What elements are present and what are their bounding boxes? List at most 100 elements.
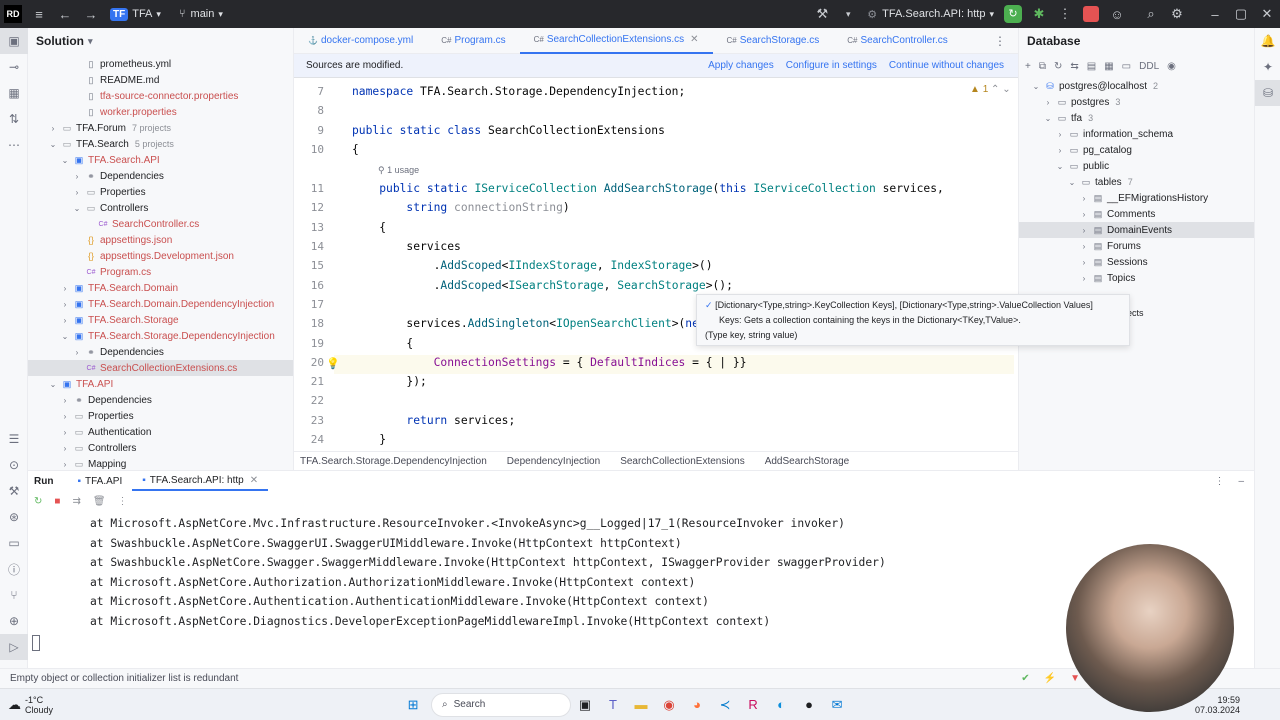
main-menu-icon[interactable]: ≡ xyxy=(26,0,52,28)
trash-icon[interactable]: 🗑 xyxy=(93,496,106,507)
check-icon[interactable]: ✔ xyxy=(1021,673,1029,684)
database-tree-item[interactable]: › ▤ Forums xyxy=(1019,238,1254,254)
usage-hint[interactable]: ⚲ 1 usage xyxy=(378,165,419,176)
database-tree-item[interactable]: ⌄ ▭ public xyxy=(1019,158,1254,174)
chevron-right-icon[interactable]: › xyxy=(60,460,70,469)
chevron-right-icon[interactable]: › xyxy=(1043,98,1053,107)
database-tree-item[interactable]: › ▤ Comments xyxy=(1019,206,1254,222)
chevron-down-icon[interactable]: ⌄ xyxy=(48,140,58,149)
explorer-icon[interactable]: ▬ xyxy=(627,691,655,719)
editor-tab[interactable]: C# Program.cs xyxy=(427,28,519,54)
edge-icon[interactable]: ◐ xyxy=(767,691,795,719)
chevron-right-icon[interactable]: › xyxy=(60,396,70,405)
solution-tree-item[interactable]: › ⚭ Dependencies xyxy=(28,392,293,408)
database-tree-item[interactable]: › ▤ Sessions xyxy=(1019,254,1254,270)
notifications-icon[interactable]: 🔔 xyxy=(1255,28,1280,54)
services-icon[interactable]: ⊙ xyxy=(0,452,28,478)
solution-tree-item[interactable]: › ⚭ Dependencies xyxy=(28,344,293,360)
chevron-right-icon[interactable]: › xyxy=(1079,242,1089,251)
debug-tool-icon[interactable]: ⊛ xyxy=(0,504,28,530)
vscode-icon[interactable]: ≺ xyxy=(711,691,739,719)
weather-widget[interactable]: ☁ -1°C Cloudy xyxy=(8,695,53,715)
chevron-right-icon[interactable]: › xyxy=(72,172,82,181)
chevron-right-icon[interactable]: › xyxy=(60,428,70,437)
solution-tree-item[interactable]: {} appsettings.json xyxy=(28,232,293,248)
solution-tree-item[interactable]: › ▭ Authentication xyxy=(28,424,293,440)
solution-tree-item[interactable]: C# Program.cs xyxy=(28,264,293,280)
profile-icon[interactable]: ☺ xyxy=(1104,0,1130,28)
solution-tree-item[interactable]: ⌄ ▣ TFA.API xyxy=(28,376,293,392)
chevron-right-icon[interactable]: › xyxy=(60,300,70,309)
chevron-right-icon[interactable]: › xyxy=(48,124,58,133)
close-tab-icon[interactable]: ✕ xyxy=(250,475,258,486)
github-icon[interactable]: ● xyxy=(795,691,823,719)
chevron-right-icon[interactable]: › xyxy=(60,412,70,421)
search-icon[interactable]: ⌕ xyxy=(1138,0,1164,28)
database-tree-item[interactable]: › ▭ postgres 3 xyxy=(1019,94,1254,110)
solution-tree-item[interactable]: ▯ worker.properties xyxy=(28,104,293,120)
solution-tree-item[interactable]: C# SearchController.cs xyxy=(28,216,293,232)
run-tool-icon[interactable]: ▷ xyxy=(0,634,28,660)
restart-icon[interactable]: ↻ xyxy=(1000,0,1026,28)
database-tree-item[interactable]: › ▭ information_schema xyxy=(1019,126,1254,142)
chevron-right-icon[interactable]: › xyxy=(1079,210,1089,219)
problems-icon[interactable]: ⓘ xyxy=(0,556,28,582)
todo-icon[interactable]: ☰ xyxy=(0,426,28,452)
forward-icon[interactable]: → xyxy=(78,0,104,28)
solution-tree-item[interactable]: › ▣ TFA.Search.Storage xyxy=(28,312,293,328)
ai-assistant-icon[interactable]: ✦ xyxy=(1255,54,1280,80)
solution-tree-item[interactable]: ⌄ ▣ TFA.Search.API xyxy=(28,152,293,168)
grid-icon[interactable]: ▦ xyxy=(1104,61,1113,72)
solution-tree-item[interactable]: › ▭ Mapping xyxy=(28,456,293,470)
solution-tree-item[interactable]: ▯ README.md xyxy=(28,72,293,88)
chevron-down-icon[interactable]: ⌄ xyxy=(1031,82,1041,91)
database-tree-item[interactable]: ⌄ ▭ tables 7 xyxy=(1019,174,1254,190)
bulb-icon[interactable]: 💡 xyxy=(326,357,340,370)
console-icon[interactable]: ▭ xyxy=(1122,61,1131,72)
chevron-right-icon[interactable]: › xyxy=(1055,130,1065,139)
settings-icon[interactable]: ⚙ xyxy=(1164,0,1190,28)
solution-tree-item[interactable]: ⌄ ▣ TFA.Search.Storage.DependencyInjection xyxy=(28,328,293,344)
chevron-down-icon[interactable]: ⌄ xyxy=(60,156,70,165)
solution-tree-item[interactable]: ⌄ ▭ TFA.Search 5 projects xyxy=(28,136,293,152)
chrome-icon[interactable]: ◉ xyxy=(655,691,683,719)
database-tree-item[interactable]: › ▤ DomainEvents xyxy=(1019,222,1254,238)
solution-tree-item[interactable]: › ▭ Controllers xyxy=(28,440,293,456)
debug-icon[interactable]: ✱ xyxy=(1026,0,1052,28)
solution-tree-item[interactable]: › ▣ TFA.Search.Domain.DependencyInjection xyxy=(28,296,293,312)
commit-icon[interactable]: ⊸ xyxy=(0,54,28,80)
more-options-icon[interactable]: ⋮ xyxy=(118,496,128,507)
more-run-icon[interactable]: ⋮ xyxy=(1052,0,1078,28)
chevron-down-icon[interactable]: ▾ xyxy=(835,0,861,28)
refresh-icon[interactable]: ↻ xyxy=(1054,61,1062,72)
git-icon[interactable]: ⑂ xyxy=(0,582,28,608)
database-tree-item[interactable]: › ▤ __EFMigrationsHistory xyxy=(1019,190,1254,206)
rerun-icon[interactable]: ↻ xyxy=(34,496,42,507)
chevron-right-icon[interactable]: › xyxy=(60,444,70,453)
taskbar-search[interactable]: ⌕ Search xyxy=(431,692,572,717)
breadcrumb-item[interactable]: SearchCollectionExtensions xyxy=(620,456,745,467)
chevron-right-icon[interactable]: › xyxy=(72,348,82,357)
stop-icon[interactable] xyxy=(1078,0,1104,28)
run-tab-tfa-api[interactable]: ▪ TFA.API xyxy=(67,471,132,491)
apply-changes-link[interactable]: Apply changes xyxy=(708,60,774,71)
firefox-icon[interactable]: ◕ xyxy=(683,691,711,719)
chevron-right-icon[interactable]: › xyxy=(72,188,82,197)
editor-tab[interactable]: C# SearchCollectionExtensions.cs ✕ xyxy=(519,28,713,54)
database-tree-item[interactable]: ⌄ ▭ tfa 3 xyxy=(1019,110,1254,126)
chevron-down-icon[interactable]: ⌄ xyxy=(48,380,58,389)
chevron-down-icon[interactable]: ⌄ xyxy=(1055,162,1065,171)
chevron-right-icon[interactable]: › xyxy=(1055,146,1065,155)
solution-tree-item[interactable]: › ▭ Properties xyxy=(28,184,293,200)
database-tree-item[interactable]: ⌄ ⛁ postgres@localhost 2 xyxy=(1019,78,1254,94)
editor-tab[interactable]: C# SearchController.cs xyxy=(833,28,962,54)
editor-tab[interactable]: C# SearchStorage.cs xyxy=(713,28,834,54)
table-icon[interactable]: ▤ xyxy=(1087,61,1096,72)
structure-icon[interactable]: ▦ xyxy=(0,80,28,106)
teams-icon[interactable]: T xyxy=(599,691,627,719)
chevron-right-icon[interactable]: › xyxy=(1079,258,1089,267)
chevron-right-icon[interactable]: › xyxy=(60,316,70,325)
minimize-icon[interactable]: – xyxy=(1202,0,1228,28)
step-icon[interactable]: ⇉ xyxy=(72,496,80,507)
continue-without-changes-link[interactable]: Continue without changes xyxy=(889,60,1004,71)
